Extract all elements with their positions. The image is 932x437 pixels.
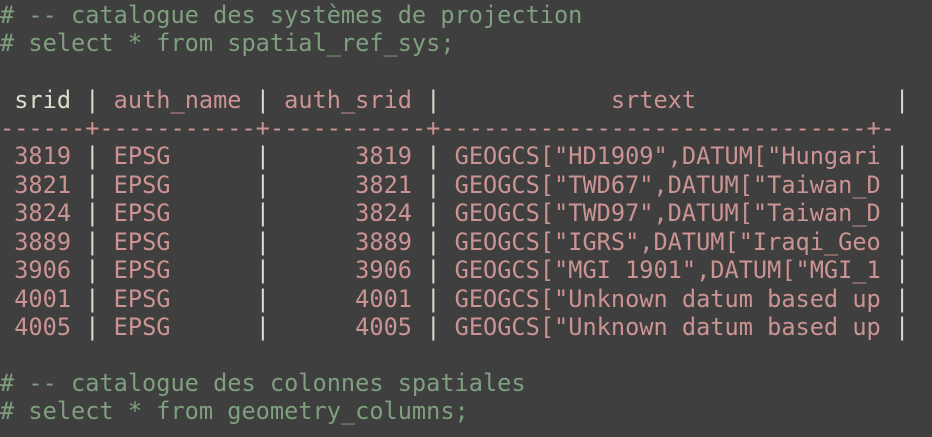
cell-auth-srid: 4005: [284, 313, 412, 341]
comment-line: # select * from spatial_ref_sys;: [0, 29, 455, 57]
cell-srid: 4001: [14, 284, 72, 313]
cell-auth-name: EPSG: [113, 284, 242, 313]
cell-auth-name: EPSG: [113, 313, 242, 341]
cell-auth-name: EPSG: [113, 256, 242, 284]
comment-line: # -- catalogue des colonnes spatiales: [0, 369, 526, 397]
cell-srid: 4005: [14, 313, 72, 341]
column-header-srid: srid: [14, 86, 72, 114]
cell-auth-name: EPSG: [113, 227, 242, 256]
cell-srtext: GEOGCS["IGRS",DATUM["Iraqi_Geo: [454, 227, 881, 256]
column-header-srtext: srtext: [610, 86, 697, 114]
cell-auth-name: EPSG: [113, 142, 242, 170]
table-row: 4005 | EPSG | 4005 | GEOGCS["Unknown dat…: [14, 313, 910, 341]
cell-srid: 3889: [14, 227, 72, 256]
comment-line: # -- catalogue des systèmes de projectio…: [0, 1, 583, 29]
cell-srtext: GEOGCS["TWD67",DATUM["Taiwan_D: [454, 170, 881, 199]
cell-srtext: GEOGCS["Unknown datum based up: [454, 284, 881, 313]
cell-auth-name: EPSG: [113, 170, 242, 199]
cell-srid: 3821: [14, 170, 72, 199]
cell-srtext: GEOGCS["HD1909",DATUM["Hungari: [454, 142, 881, 170]
cell-srid: 3906: [14, 256, 72, 284]
table-row: 3906 | EPSG | 3906 | GEOGCS["MGI 1901",D…: [14, 256, 910, 284]
table-separator: ------+-----------+-----------+---------…: [0, 114, 895, 142]
cell-auth-srid: 3824: [284, 199, 412, 227]
cell-auth-srid: 3906: [284, 256, 412, 284]
cell-srtext: GEOGCS["TWD97",DATUM["Taiwan_D: [454, 199, 881, 227]
column-header-auth-name: auth_name: [113, 86, 242, 114]
cell-auth-srid: 3819: [284, 142, 412, 170]
cell-srid: 3824: [14, 199, 72, 227]
table-row: 3821 | EPSG | 3821 | GEOGCS["TWD67",DATU…: [14, 170, 910, 199]
cell-auth-srid: 3889: [284, 227, 412, 256]
column-header-auth-srid: auth_srid: [284, 86, 412, 114]
table-header-row: srid | auth_name | auth_srid | srtext |: [14, 86, 910, 114]
cell-srtext: GEOGCS["MGI 1901",DATUM["MGI_1: [454, 256, 881, 284]
cell-srtext: GEOGCS["Unknown datum based up: [454, 313, 881, 341]
cell-auth-name: EPSG: [113, 199, 242, 227]
table-row: 3889 | EPSG | 3889 | GEOGCS["IGRS",DATUM…: [14, 227, 910, 256]
comment-line: # select * from geometry_columns;: [0, 397, 469, 425]
terminal-window: # -- catalogue des systèmes de projectio…: [0, 0, 932, 437]
table-row: 3824 | EPSG | 3824 | GEOGCS["TWD97",DATU…: [14, 199, 910, 227]
cell-srid: 3819: [14, 142, 72, 170]
cell-auth-srid: 3821: [284, 170, 412, 199]
cell-auth-srid: 4001: [284, 284, 412, 313]
table-row: 4001 | EPSG | 4001 | GEOGCS["Unknown dat…: [14, 284, 910, 313]
table-row: 3819 | EPSG | 3819 | GEOGCS["HD1909",DAT…: [14, 142, 910, 170]
